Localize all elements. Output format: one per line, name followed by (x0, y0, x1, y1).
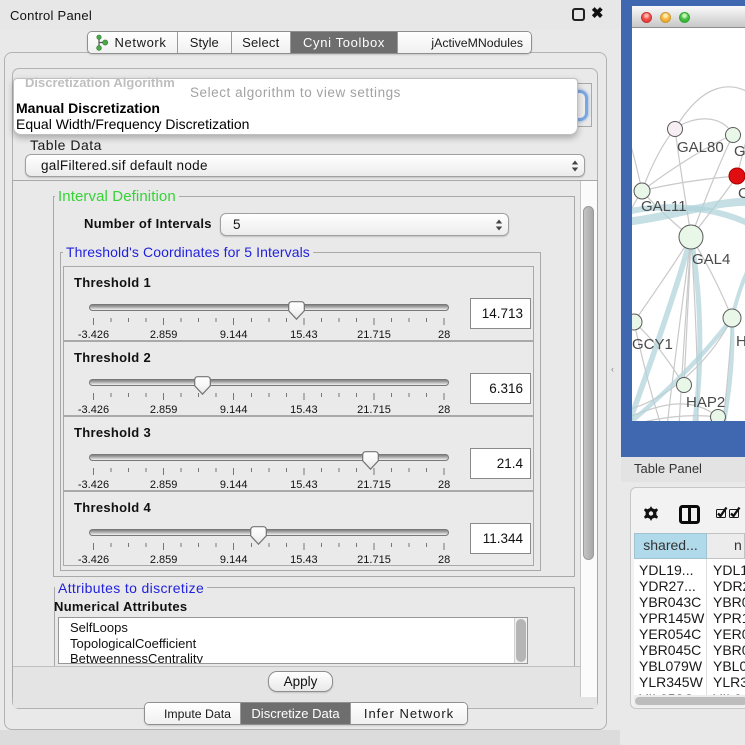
svg-text:HAP2: HAP2 (686, 394, 725, 411)
svg-text:C: C (738, 185, 745, 202)
svg-text:GAL4: GAL4 (692, 251, 730, 268)
svg-text:H: H (736, 333, 745, 350)
svg-text:GCY1: GCY1 (632, 336, 673, 353)
svg-text:GA: GA (734, 143, 745, 160)
svg-text:GAL80: GAL80 (677, 139, 724, 156)
svg-text:GAL11: GAL11 (641, 198, 687, 215)
